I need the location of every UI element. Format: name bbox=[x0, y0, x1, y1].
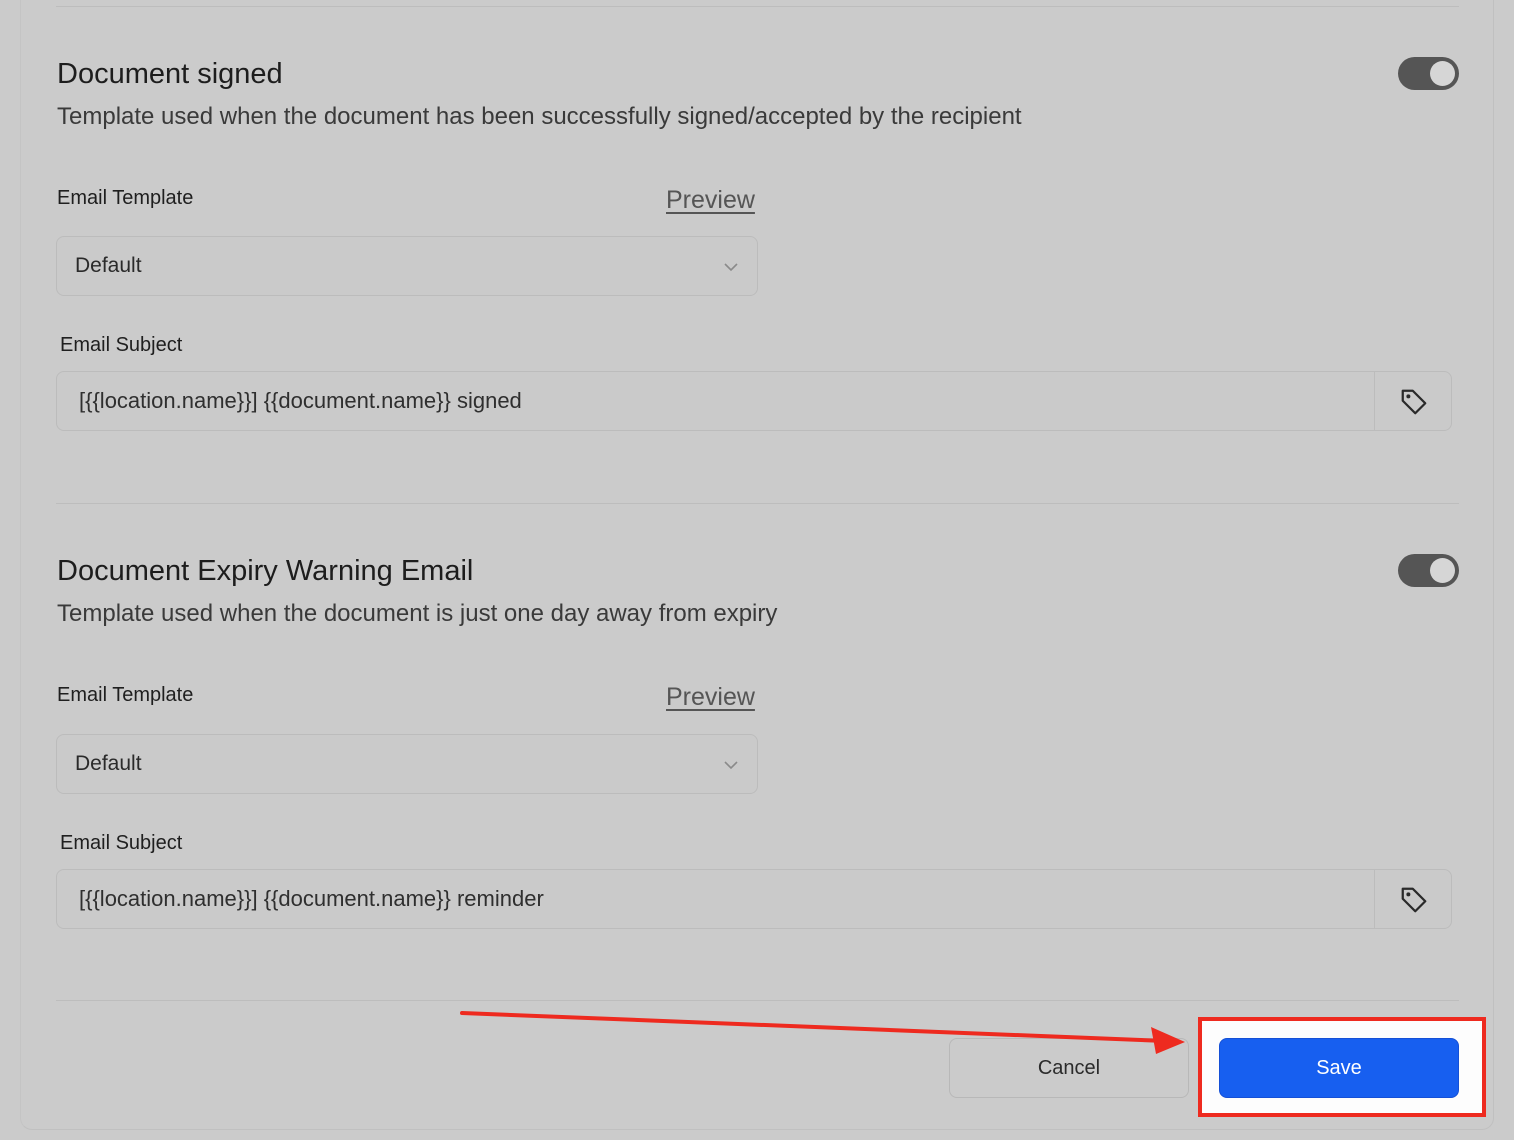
chevron-down-icon bbox=[724, 761, 738, 770]
email-subject-value: [{{location.name}}] {{document.name}} si… bbox=[79, 388, 522, 413]
email-subject-input-document-signed[interactable]: [{{location.name}}] {{document.name}} si… bbox=[56, 371, 1452, 431]
email-template-select-document-signed[interactable]: Default bbox=[56, 236, 758, 296]
footer-divider bbox=[56, 1000, 1459, 1001]
insert-tag-button[interactable] bbox=[1374, 372, 1451, 430]
tag-icon bbox=[1401, 389, 1427, 415]
section-title-document-signed: Document signed bbox=[57, 58, 283, 90]
email-template-select-value: Default bbox=[75, 752, 142, 775]
email-subject-label: Email Subject bbox=[60, 832, 183, 854]
chevron-down-icon bbox=[724, 263, 738, 272]
email-subject-value: [{{location.name}}] {{document.name}} re… bbox=[79, 886, 544, 911]
email-template-select-expiry-warning[interactable]: Default bbox=[56, 734, 758, 794]
tag-icon bbox=[1401, 887, 1427, 913]
section-title-expiry-warning: Document Expiry Warning Email bbox=[57, 555, 474, 587]
email-subject-label: Email Subject bbox=[60, 334, 183, 356]
section-divider-top bbox=[56, 6, 1459, 7]
email-template-label: Email Template bbox=[57, 187, 194, 209]
email-template-label: Email Template bbox=[57, 684, 194, 706]
cancel-button[interactable]: Cancel bbox=[949, 1038, 1189, 1098]
save-button[interactable]: Save bbox=[1219, 1038, 1459, 1098]
section-description-document-signed: Template used when the document has been… bbox=[57, 103, 1022, 130]
toggle-document-signed[interactable] bbox=[1398, 57, 1459, 90]
email-subject-input-expiry-warning[interactable]: [{{location.name}}] {{document.name}} re… bbox=[56, 869, 1452, 929]
toggle-expiry-warning[interactable] bbox=[1398, 554, 1459, 587]
section-description-expiry-warning: Template used when the document is just … bbox=[57, 600, 778, 627]
section-divider-middle bbox=[56, 503, 1459, 504]
preview-link-expiry-warning[interactable]: Preview bbox=[666, 683, 755, 712]
email-template-select-value: Default bbox=[75, 254, 142, 277]
preview-link-document-signed[interactable]: Preview bbox=[666, 186, 755, 215]
toggle-knob bbox=[1430, 61, 1455, 86]
toggle-knob bbox=[1430, 558, 1455, 583]
insert-tag-button[interactable] bbox=[1374, 870, 1451, 928]
